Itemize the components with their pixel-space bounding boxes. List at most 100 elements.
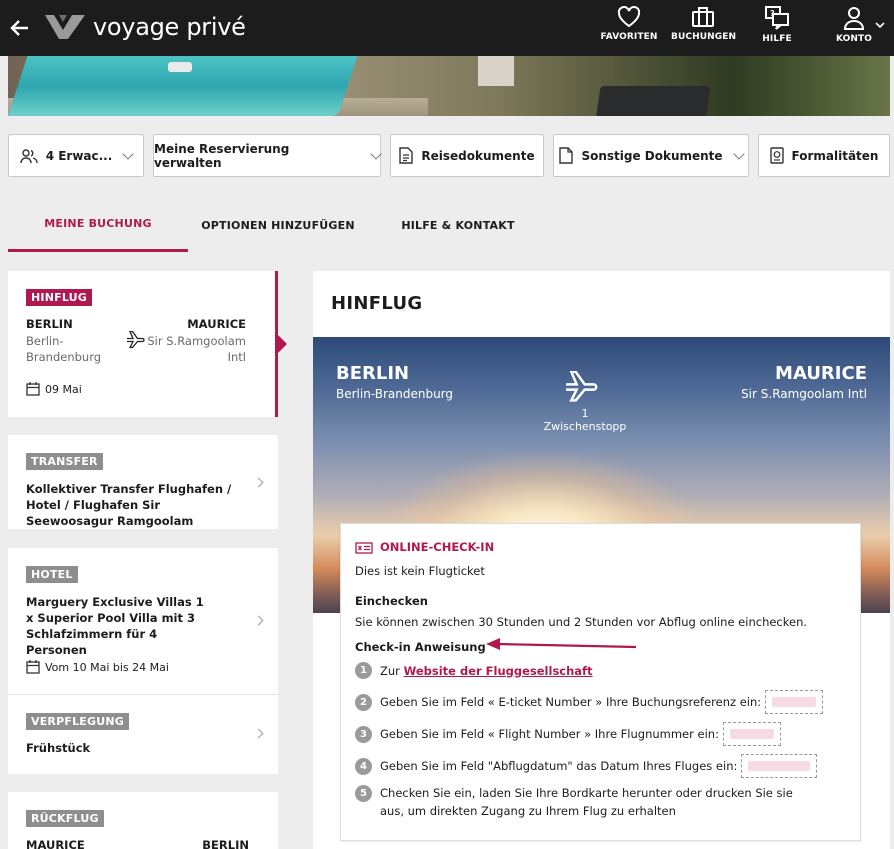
- page-title: HINFLUG: [331, 293, 423, 314]
- checkin-heading: ONLINE-CHECK-IN: [380, 540, 495, 554]
- chevron-right-icon: [253, 728, 264, 739]
- tab-add-options[interactable]: OPTIONEN HINZUFÜGEN: [188, 198, 368, 252]
- step-text: Zur: [380, 663, 404, 678]
- outbound-from-city: BERLIN: [26, 317, 73, 331]
- nav-help[interactable]: ? HILFE: [745, 6, 809, 44]
- manage-reservation-label: Meine Reservierung verwalten: [154, 141, 290, 170]
- calendar-icon: [26, 382, 40, 396]
- nav-bookings-label: BUCHUNGEN: [671, 32, 737, 42]
- chevron-down-icon: [732, 147, 745, 160]
- step-number: 2: [355, 693, 372, 711]
- banner-from-city: BERLIN: [336, 363, 410, 384]
- hero-image: [8, 56, 890, 116]
- sidebar-item-return-flight[interactable]: RÜCKFLUG MAURICE BERLIN: [8, 792, 278, 849]
- redacted-departure-date: [741, 754, 818, 778]
- outbound-to-city: MAURICE: [187, 317, 246, 331]
- banner-to-airport: Sir S.Ramgoolam Intl: [741, 387, 867, 401]
- banner-from-airport: Berlin-Brandenburg: [336, 387, 454, 401]
- pool-skimmer-shape: [168, 62, 192, 72]
- outbound-from-airport: Berlin-Brandenburg: [26, 334, 102, 364]
- checkin-step: 2 Geben Sie im Feld « E-ticket Number » …: [355, 690, 824, 714]
- airline-website-link[interactable]: Website der Fluggesellschaft: [404, 664, 593, 678]
- online-checkin-card: ONLINE-CHECK-IN Dies ist kein Flugticket…: [340, 523, 861, 841]
- redacted-flight-number: [722, 722, 781, 746]
- transfer-title: Kollektiver Transfer Flughafen / Hotel /…: [26, 482, 232, 528]
- hotel-badge: HOTEL: [26, 566, 78, 583]
- guests-button[interactable]: 4 Erwac...: [8, 134, 144, 177]
- document-icon: [399, 147, 414, 164]
- return-to-city: BERLIN: [202, 838, 249, 849]
- chevron-down-icon: [370, 147, 382, 160]
- booking-tabs: MEINE BUCHUNG OPTIONEN HINZUFÜGEN HILFE …: [8, 198, 890, 252]
- step-number: 5: [355, 785, 372, 802]
- sidebar-item-hotel-group: HOTEL Marguery Exclusive Villas 1 x Supe…: [8, 548, 278, 774]
- sidebar-item-transfer[interactable]: TRANSFER Kollektiver Transfer Flughafen …: [8, 435, 278, 529]
- flight-detail-panel: HINFLUG BERLIN Berlin-Brandenburg 1 Zwis…: [313, 271, 890, 849]
- step-text: Geben Sie im Feld « E-ticket Number » Ih…: [380, 695, 762, 709]
- hotel-dates: Vom 10 Mai bis 24 Mai: [45, 661, 169, 674]
- brand-logo[interactable]: voyage privé: [43, 13, 246, 41]
- passport-icon: [769, 147, 784, 164]
- checkin-step: 1 Zur Website der Fluggesellschaft: [355, 662, 593, 679]
- return-from-city: MAURICE: [26, 838, 85, 849]
- checkin-step: 3 Geben Sie im Feld « Flight Number » Ih…: [355, 722, 781, 746]
- top-bar: voyage privé FAVORITEN BUCHUNGEN ? HILFE…: [0, 0, 894, 56]
- chevron-right-icon: [253, 477, 264, 488]
- checkin-instructions-title: Check-in Anweisung: [355, 640, 486, 654]
- outbound-badge: HINFLUG: [26, 289, 92, 306]
- nav-favorites-label: FAVORITEN: [600, 32, 658, 42]
- step-text: Geben Sie im Feld « Flight Number » Ihre…: [380, 727, 719, 741]
- meals-title: Frühstück: [26, 741, 91, 755]
- tab-my-booking[interactable]: MEINE BUCHUNG: [8, 198, 188, 252]
- step-number: 4: [355, 757, 372, 775]
- people-icon: [19, 148, 38, 163]
- step-number: 1: [355, 662, 372, 679]
- redacted-booking-reference: [765, 690, 824, 714]
- checkin-step: 5 Checken Sie ein, laden Sie Ihre Bordka…: [355, 784, 805, 820]
- formalities-label: Formalitäten: [791, 148, 879, 163]
- nav-help-label: HILFE: [762, 34, 792, 44]
- sidebar-item-hotel[interactable]: HOTEL Marguery Exclusive Villas 1 x Supe…: [8, 548, 278, 694]
- sidebar-item-outbound-flight[interactable]: HINFLUG BERLIN Berlin-Brandenburg MAURIC…: [8, 271, 278, 417]
- tab-help-contact[interactable]: HILFE & KONTAKT: [368, 198, 548, 252]
- guests-label: 4 Erwac...: [45, 148, 113, 163]
- lounge-chair-shape: [595, 86, 711, 116]
- meals-badge: VERPFLEGUNG: [26, 713, 129, 730]
- return-badge: RÜCKFLUG: [26, 810, 104, 827]
- annotation-arrow-icon: [486, 638, 637, 650]
- suitcase-icon: [692, 7, 714, 27]
- calendar-icon: [26, 660, 40, 674]
- brand-mark-icon: [45, 15, 85, 39]
- step-text: Geben Sie im Feld "Abflugdatum" das Datu…: [380, 759, 738, 773]
- checkin-section-title: Einchecken: [355, 594, 428, 608]
- sidebar-item-meals[interactable]: VERPFLEGUNG Frühstück: [8, 695, 278, 774]
- file-icon: [559, 147, 574, 164]
- formalities-button[interactable]: Formalitäten: [758, 134, 890, 177]
- step-number: 3: [355, 725, 372, 743]
- heart-icon: [617, 6, 641, 28]
- nav-bookings[interactable]: BUCHUNGEN: [671, 6, 737, 42]
- nav-favorites[interactable]: FAVORITEN: [597, 6, 661, 42]
- transfer-badge: TRANSFER: [26, 453, 103, 470]
- svg-text:?: ?: [770, 9, 775, 18]
- hotel-title: Marguery Exclusive Villas 1 x Superior P…: [26, 595, 204, 657]
- chevron-down-icon[interactable]: [874, 20, 886, 30]
- checkin-window-text: Sie können zwischen 30 Stunden und 2 Stu…: [355, 615, 808, 629]
- banner-to-city: MAURICE: [775, 363, 867, 384]
- other-documents-button[interactable]: Sonstige Dokumente: [553, 134, 749, 177]
- plane-icon: [566, 371, 598, 402]
- banner-stops: 1 Zwischenstopp: [543, 407, 627, 433]
- manage-reservation-button[interactable]: Meine Reservierung verwalten: [153, 134, 382, 177]
- help-chat-icon: ?: [765, 6, 789, 30]
- pillar-shape: [478, 56, 514, 86]
- nav-account-label: KONTO: [835, 34, 873, 44]
- brand-name: voyage privé: [93, 13, 246, 41]
- back-arrow-icon[interactable]: [8, 16, 32, 40]
- ticket-icon: [355, 542, 373, 554]
- user-icon: [843, 7, 865, 30]
- step-text: Checken Sie ein, laden Sie Ihre Bordkart…: [380, 786, 793, 818]
- travel-documents-label: Reisedokumente: [421, 148, 535, 163]
- checkin-note: Dies ist kein Flugticket: [355, 564, 485, 578]
- checkin-step: 4 Geben Sie im Feld "Abflugdatum" das Da…: [355, 754, 818, 778]
- travel-documents-button[interactable]: Reisedokumente: [390, 134, 544, 177]
